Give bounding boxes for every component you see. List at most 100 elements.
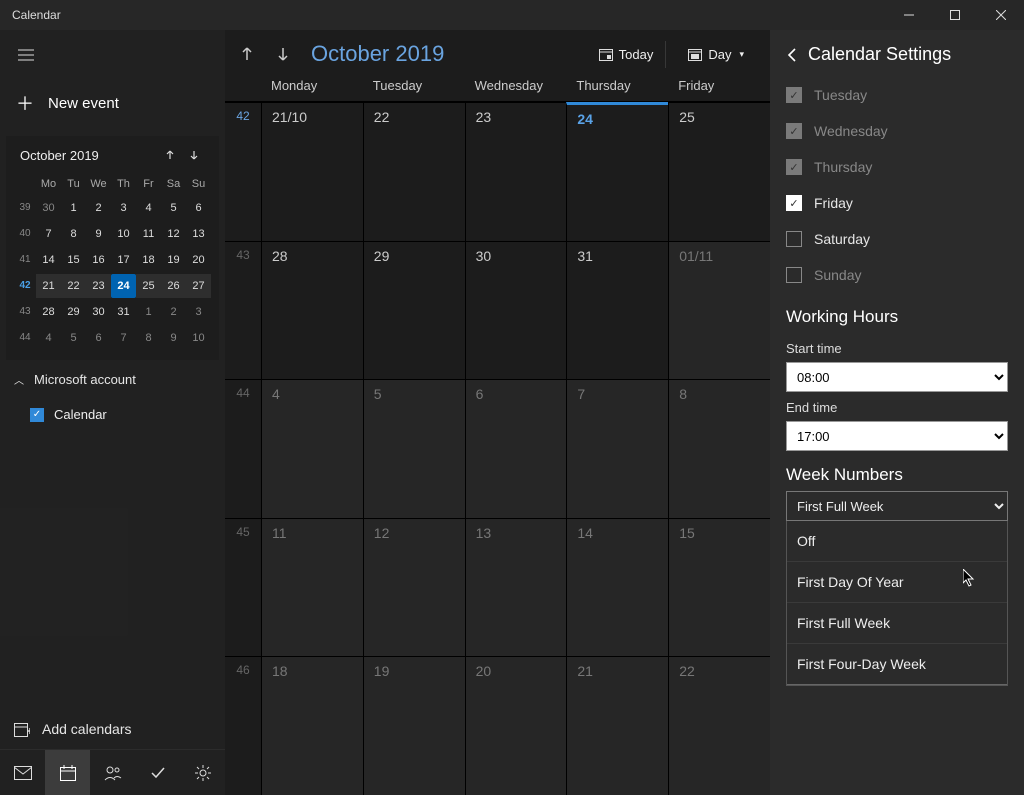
mini-day-cell[interactable]: 4 (36, 326, 61, 350)
week-numbers-select[interactable]: First Full Week (786, 491, 1008, 521)
day-cell[interactable]: 14 (566, 519, 668, 657)
mini-day-cell[interactable]: 10 (186, 326, 211, 350)
mini-day-cell[interactable]: 3 (186, 300, 211, 324)
mini-day-cell[interactable]: 9 (86, 222, 111, 246)
day-cell[interactable]: 30 (465, 242, 567, 380)
people-icon[interactable] (90, 750, 135, 795)
close-button[interactable] (978, 0, 1024, 30)
mini-day-cell[interactable]: 27 (186, 274, 211, 298)
mini-day-cell[interactable]: 6 (186, 196, 211, 220)
mini-day-cell[interactable]: 12 (161, 222, 186, 246)
mini-day-cell[interactable]: 10 (111, 222, 136, 246)
mini-day-cell[interactable]: 5 (161, 196, 186, 220)
account-toggle[interactable]: ︿ Microsoft account (0, 360, 225, 399)
minimize-button[interactable] (886, 0, 932, 30)
new-event-button[interactable]: ＋ New event (2, 80, 223, 126)
mini-day-cell[interactable]: 17 (111, 248, 136, 272)
mini-day-cell[interactable]: 7 (36, 222, 61, 246)
mini-day-cell[interactable]: 15 (61, 248, 86, 272)
day-cell[interactable]: 23 (465, 103, 567, 241)
day-cell[interactable]: 5 (363, 380, 465, 518)
work-day-checkbox: ✓Wednesday (786, 113, 1008, 149)
day-number: 14 (577, 525, 668, 541)
next-period-button[interactable] (269, 40, 297, 68)
day-cell[interactable]: 24 (566, 102, 668, 241)
mini-day-cell[interactable]: 28 (36, 300, 61, 324)
week-numbers-option[interactable]: First Day Of Year (787, 562, 1007, 603)
add-calendars-button[interactable]: Add calendars (0, 709, 225, 749)
day-cell[interactable]: 31 (566, 242, 668, 380)
end-time-select[interactable]: 17:00 (786, 421, 1008, 451)
mini-day-cell[interactable]: 23 (86, 274, 111, 298)
prev-period-button[interactable] (233, 40, 261, 68)
mini-day-cell[interactable]: 24 (111, 274, 136, 298)
mini-day-cell[interactable]: 1 (61, 196, 86, 220)
day-cell[interactable]: 21 (566, 657, 668, 795)
mini-day-cell[interactable]: 29 (61, 300, 86, 324)
work-day-checkbox[interactable]: ✓Friday (786, 185, 1008, 221)
week-numbers-option[interactable]: Off (787, 521, 1007, 562)
day-cell[interactable]: 28 (261, 242, 363, 380)
mini-day-cell[interactable]: 2 (161, 300, 186, 324)
settings-back-button[interactable] (786, 48, 798, 62)
mini-day-cell[interactable]: 25 (136, 274, 161, 298)
day-cell[interactable]: 6 (465, 380, 567, 518)
mini-day-cell[interactable]: 8 (136, 326, 161, 350)
month-title[interactable]: October 2019 (305, 41, 444, 67)
mini-cal-prev[interactable] (159, 144, 181, 166)
calendar-toggle-item[interactable]: ✓ Calendar (0, 399, 225, 430)
day-cell[interactable]: 13 (465, 519, 567, 657)
todo-icon[interactable] (135, 750, 180, 795)
day-cell[interactable]: 20 (465, 657, 567, 795)
mini-day-cell[interactable]: 26 (161, 274, 186, 298)
mini-day-cell[interactable]: 31 (111, 300, 136, 324)
mini-day-cell[interactable]: 14 (36, 248, 61, 272)
mini-cal-next[interactable] (183, 144, 205, 166)
mini-day-cell[interactable]: 4 (136, 196, 161, 220)
mini-day-cell[interactable]: 2 (86, 196, 111, 220)
mini-day-cell[interactable]: 18 (136, 248, 161, 272)
day-cell[interactable]: 19 (363, 657, 465, 795)
mini-day-cell[interactable]: 3 (111, 196, 136, 220)
day-cell[interactable]: 25 (668, 103, 770, 241)
mini-day-cell[interactable]: 5 (61, 326, 86, 350)
day-cell[interactable]: 4 (261, 380, 363, 518)
day-cell[interactable]: 18 (261, 657, 363, 795)
mini-day-cell[interactable]: 20 (186, 248, 211, 272)
settings-icon[interactable] (180, 750, 225, 795)
mini-day-cell[interactable]: 19 (161, 248, 186, 272)
week-numbers-option[interactable]: First Four-Day Week (787, 644, 1007, 685)
mini-day-cell[interactable]: 8 (61, 222, 86, 246)
day-cell[interactable]: 01/11 (668, 242, 770, 380)
week-numbers-option[interactable]: First Full Week (787, 603, 1007, 644)
day-cell[interactable]: 12 (363, 519, 465, 657)
mini-day-cell[interactable]: 22 (61, 274, 86, 298)
mail-icon[interactable] (0, 750, 45, 795)
today-button[interactable]: Today (589, 41, 667, 68)
day-cell[interactable]: 11 (261, 519, 363, 657)
day-cell[interactable]: 8 (668, 380, 770, 518)
mini-day-cell[interactable]: 16 (86, 248, 111, 272)
mini-day-cell[interactable]: 7 (111, 326, 136, 350)
mini-day-cell[interactable]: 21 (36, 274, 61, 298)
mini-day-cell[interactable]: 30 (36, 196, 61, 220)
mini-day-cell[interactable]: 1 (136, 300, 161, 324)
mini-day-cell[interactable]: 13 (186, 222, 211, 246)
mini-day-cell[interactable]: 11 (136, 222, 161, 246)
day-cell[interactable]: 22 (363, 103, 465, 241)
day-cell[interactable]: 22 (668, 657, 770, 795)
mini-day-cell[interactable]: 6 (86, 326, 111, 350)
day-cell[interactable]: 15 (668, 519, 770, 657)
view-selector[interactable]: Day ▾ (678, 41, 754, 68)
calendar-icon[interactable] (45, 750, 90, 795)
day-cell[interactable]: 29 (363, 242, 465, 380)
day-cell[interactable]: 7 (566, 380, 668, 518)
day-cell[interactable]: 21/10 (261, 103, 363, 241)
mini-day-cell[interactable]: 30 (86, 300, 111, 324)
mini-day-cell[interactable]: 9 (161, 326, 186, 350)
work-day-checkbox[interactable]: Saturday (786, 221, 1008, 257)
start-time-select[interactable]: 08:00 (786, 362, 1008, 392)
add-calendars-label: Add calendars (42, 721, 132, 737)
hamburger-button[interactable] (6, 38, 46, 72)
maximize-button[interactable] (932, 0, 978, 30)
